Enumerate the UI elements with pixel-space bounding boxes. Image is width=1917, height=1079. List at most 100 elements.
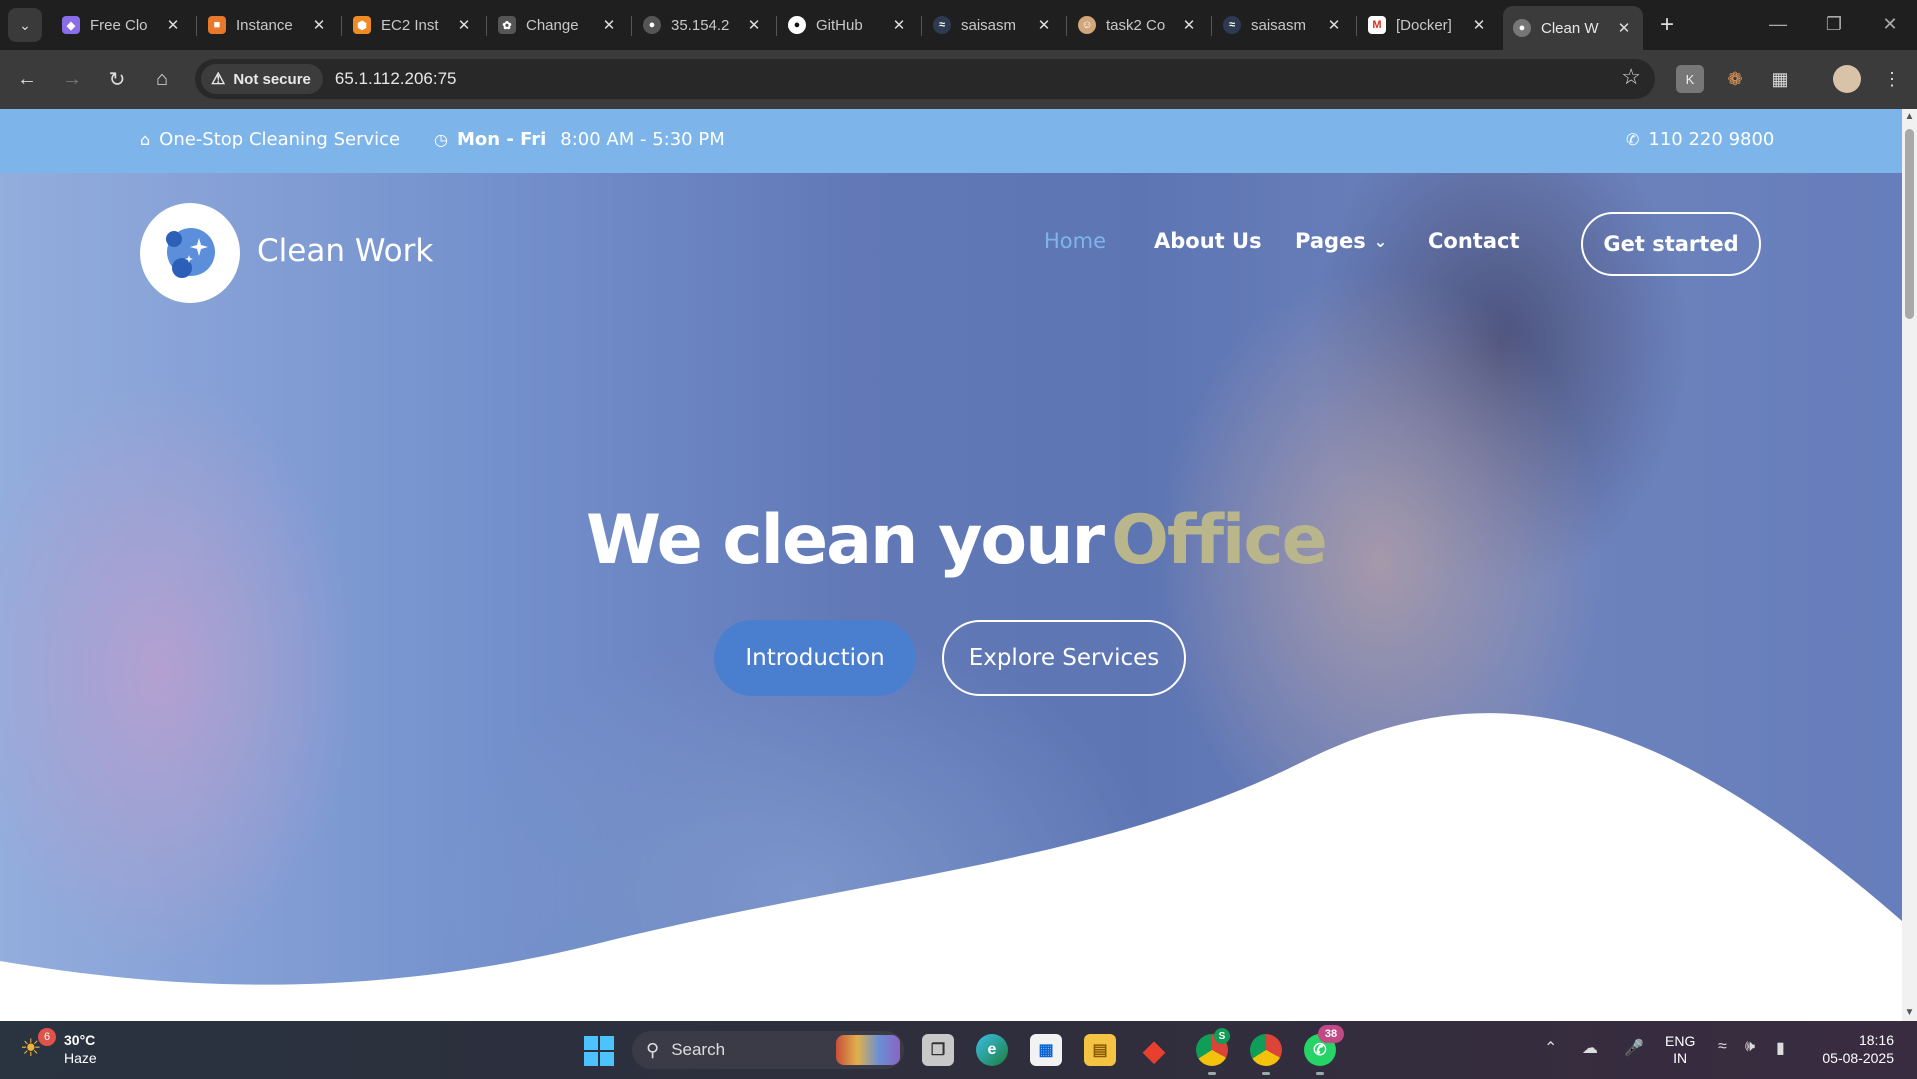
cookie-extension-icon[interactable]: ❁ [1721,65,1749,93]
reload-button[interactable]: ↻ [102,64,132,94]
nav-about[interactable]: About Us [1154,229,1262,253]
tab-title: [Docker] [1396,16,1452,34]
input-language[interactable]: ENG IN [1665,1033,1695,1067]
forward-button[interactable]: → [57,64,87,94]
browser-tab[interactable]: M [Docker] ✕ [1358,6,1498,44]
tab-title: Instance [236,16,293,34]
browser-tab[interactable]: ☺ task2 Co ✕ [1068,6,1208,44]
phone-link[interactable]: ✆ 110 220 9800 [1626,129,1774,150]
tab-title: Change [526,16,579,34]
tab-title: GitHub [816,16,863,34]
extension-icon[interactable]: K [1676,65,1704,93]
close-icon[interactable]: ✕ [310,16,328,34]
arrow-right-icon: → [62,67,82,90]
menu-kebab-icon[interactable]: ⋮ [1878,65,1906,93]
headline-highlight: Office [1111,501,1328,580]
volume-icon[interactable]: 🕪 [1745,1038,1755,1056]
chrome-icon[interactable]: S [1196,1028,1230,1075]
wave-divider [0,713,1902,1021]
tab-title: saisasm [961,16,1017,34]
anydesk-icon[interactable]: ◆ [1138,1034,1170,1066]
security-label: Not secure [233,70,311,88]
close-icon[interactable]: ✕ [1615,19,1633,37]
close-icon[interactable]: ✕ [745,16,763,34]
back-button[interactable]: ← [12,64,42,94]
profile-avatar[interactable] [1833,65,1861,93]
brand-name[interactable]: Clean Work [257,233,433,269]
tab-title: 35.154.2 [671,16,730,34]
site-logo[interactable] [140,203,240,303]
browser-tab[interactable]: ● GitHub ✕ [778,6,918,44]
nav-pages[interactable]: Pages ⌄ [1295,229,1387,253]
tab-title: saisasm [1251,16,1307,34]
close-icon[interactable]: ✕ [164,16,182,34]
bookmark-star-icon[interactable]: ☆ [1621,64,1641,90]
restore-button[interactable]: ❐ [1814,10,1854,38]
globe-icon: ● [1513,19,1531,37]
openai-icon: ✿ [498,16,516,34]
nav-contact[interactable]: Contact [1428,229,1520,253]
file-explorer-icon[interactable]: ▤ [1084,1034,1116,1066]
close-icon[interactable]: ✕ [1470,16,1488,34]
get-started-button[interactable]: Get started [1581,212,1761,276]
address-bar[interactable]: ⚠ Not secure 65.1.112.206:75 ☆ [195,59,1655,99]
site-info-button[interactable]: ⚠ Not secure [201,64,323,94]
close-icon[interactable]: ✕ [890,16,908,34]
browser-tab[interactable]: ✿ Change ✕ [488,6,628,44]
chrome-profile-icon[interactable] [1250,1034,1282,1075]
battery-icon[interactable]: ▮ [1776,1038,1785,1058]
wifi-icon[interactable]: ≈ [1718,1038,1727,1056]
windows-start-icon[interactable] [584,1036,614,1066]
home-button[interactable]: ⌂ [147,64,177,94]
browser-tab[interactable]: ◆ Free Clo ✕ [52,6,192,44]
search-highlight-image [836,1035,900,1065]
system-clock[interactable]: 18:16 05-08-2025 [1810,1031,1894,1067]
extensions-puzzle-icon[interactable]: ▦ [1766,65,1794,93]
close-icon[interactable]: ✕ [600,16,618,34]
warning-icon: ⚠ [211,71,226,88]
tab-title: task2 Co [1106,16,1166,34]
store-icon[interactable]: ▦ [1030,1034,1062,1066]
browser-tab[interactable]: ⬢ EC2 Inst ✕ [343,6,483,44]
browser-tab[interactable]: ● 35.154.2 ✕ [633,6,773,44]
edge-icon[interactable]: e [976,1034,1008,1066]
browser-tab[interactable]: ≈ saisasm ✕ [1213,6,1353,44]
minimize-button[interactable]: — [1758,10,1798,38]
explore-services-button[interactable]: Explore Services [942,620,1186,696]
taskbar-search[interactable]: ⚲ Search [632,1031,904,1069]
docker-icon: ≈ [933,16,951,34]
show-hidden-icons-chevron-icon[interactable]: ⌃ [1544,1038,1557,1058]
page-scrollbar[interactable]: ▲ ▼ [1902,109,1917,1021]
browser-tab[interactable]: ≈ saisasm ✕ [923,6,1063,44]
clock-icon: ◷ [434,130,448,149]
onedrive-cloud-icon[interactable]: ☁ [1582,1038,1598,1058]
introduction-button[interactable]: Introduction [714,620,916,696]
scroll-thumb[interactable] [1905,129,1914,319]
new-tab-button[interactable]: + [1652,10,1682,40]
window-close-button[interactable]: ✕ [1870,10,1910,38]
task-view-icon[interactable]: ❐ [922,1034,954,1066]
haze-sun-icon: ☀ 6 [20,1028,56,1064]
close-icon[interactable]: ✕ [1325,16,1343,34]
info-topbar: ⌂ One-Stop Cleaning Service ◷ Mon - Fri … [0,109,1902,173]
close-icon[interactable]: ✕ [1035,16,1053,34]
weather-badge: 6 [38,1028,56,1046]
scroll-down-arrow-icon[interactable]: ▼ [1904,1007,1915,1019]
nav-home[interactable]: Home [1044,229,1106,253]
whatsapp-icon[interactable]: ✆ 38 [1304,1025,1344,1075]
scroll-up-arrow-icon[interactable]: ▲ [1904,111,1915,123]
tab-search-button[interactable]: ⌄ [8,8,42,42]
os-taskbar: ☀ 6 30°C Haze ⚲ Search ❐ e ▦ ▤ ◆ S ✆ 38 … [0,1021,1917,1079]
close-icon[interactable]: ✕ [1180,16,1198,34]
close-icon[interactable]: ✕ [455,16,473,34]
browser-tab-active[interactable]: ● Clean W ✕ [1503,6,1643,50]
weather-widget[interactable]: ☀ 6 30°C Haze [20,1028,97,1067]
microphone-icon[interactable]: 🎤 [1624,1038,1644,1058]
browser-tab[interactable]: ■ Instance ✕ [198,6,338,44]
whatsapp-badge: 38 [1318,1025,1344,1043]
avatar-icon: ☺ [1078,16,1096,34]
home-icon: ⌂ [140,130,151,149]
url-text[interactable]: 65.1.112.206:75 [335,69,457,89]
chevron-down-icon: ⌄ [1373,231,1388,251]
github-icon: ● [788,16,806,34]
